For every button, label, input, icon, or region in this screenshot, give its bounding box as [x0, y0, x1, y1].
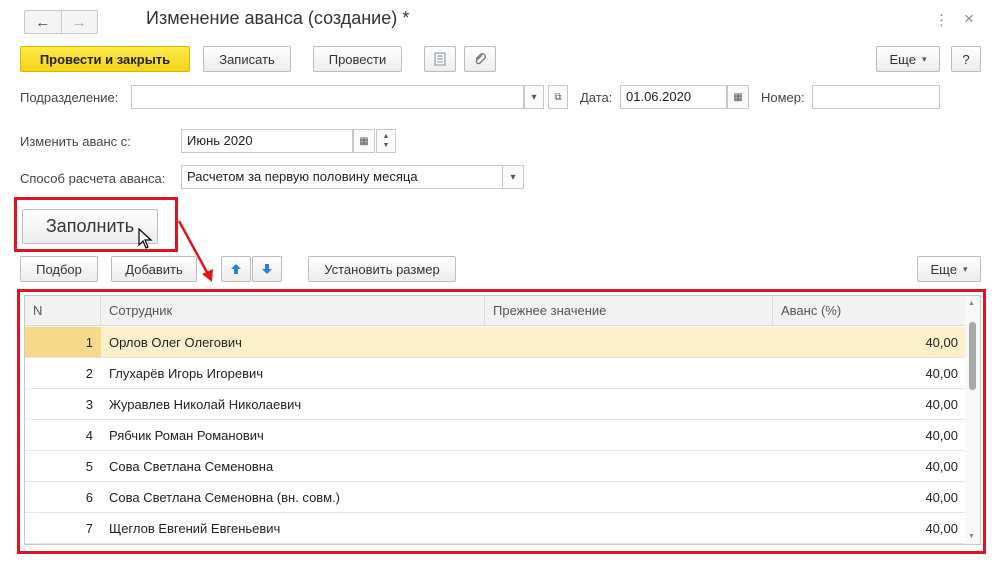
number-field[interactable] [812, 85, 940, 109]
paperclip-icon[interactable] [464, 46, 496, 72]
post-and-close-button[interactable]: Провести и закрыть [20, 46, 190, 72]
write-button[interactable]: Записать [203, 46, 291, 72]
stepper-up-icon[interactable]: ▲ [383, 132, 390, 141]
date-label: Дата: [580, 90, 613, 105]
page-title: Изменение аванса (создание) * [146, 8, 410, 28]
calendar-icon[interactable]: ▦ [727, 85, 749, 109]
history-nav: ← → [24, 10, 98, 34]
move-up-icon[interactable] [221, 256, 251, 282]
method-label: Способ расчета аванса: [20, 171, 166, 186]
more-button[interactable]: Еще ▾ [876, 46, 940, 72]
table-more-label: Еще [930, 261, 957, 277]
calendar-icon[interactable]: ▦ [353, 129, 375, 153]
number-label: Номер: [761, 90, 805, 105]
period-field[interactable]: Июнь 2020 [181, 129, 353, 153]
department-label: Подразделение: [20, 90, 119, 105]
add-button[interactable]: Добавить [111, 256, 197, 282]
close-icon[interactable]: × [964, 9, 974, 29]
document-icon[interactable] [424, 46, 456, 72]
chevron-down-icon: ▾ [921, 53, 927, 64]
chevron-down-icon: ▾ [962, 263, 968, 274]
table-more-button[interactable]: Еще ▾ [917, 256, 981, 282]
cursor-icon [138, 228, 153, 249]
open-icon[interactable]: ⧉ [548, 85, 568, 109]
method-select[interactable]: Расчетом за первую половину месяца [181, 165, 503, 189]
post-button[interactable]: Провести [313, 46, 402, 72]
stepper-down-icon[interactable]: ▼ [383, 141, 390, 150]
date-field[interactable]: 01.06.2020 [620, 85, 727, 109]
more-label: Еще [889, 51, 916, 67]
pick-button[interactable]: Подбор [20, 256, 98, 282]
department-field[interactable] [131, 85, 524, 109]
table-highlight-box [17, 289, 986, 554]
chevron-down-icon[interactable]: ▾ [502, 165, 524, 189]
window-menu-icon[interactable]: ⋮ [934, 11, 949, 29]
set-size-button[interactable]: Установить размер [308, 256, 456, 282]
help-button[interactable]: ? [951, 46, 981, 72]
back-arrow-icon[interactable]: ← [25, 11, 61, 33]
move-down-icon[interactable] [252, 256, 282, 282]
period-stepper[interactable]: ▲ ▼ [376, 129, 396, 153]
forward-arrow-icon[interactable]: → [60, 11, 98, 33]
dropdown-icon[interactable]: ▾ [524, 85, 544, 109]
change-from-label: Изменить аванс с: [20, 134, 131, 149]
